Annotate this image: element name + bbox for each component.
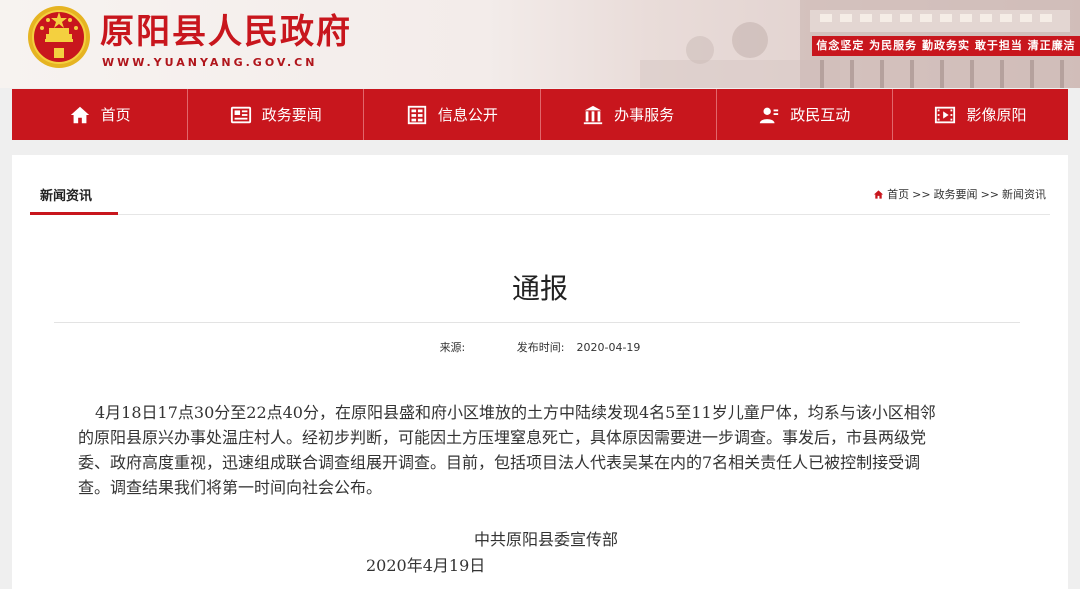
breadcrumb: 首页 >> 政务要闻 >> 新闻资讯	[873, 186, 1046, 202]
nav-item-home[interactable]: 首页	[12, 89, 189, 140]
nav-item-label: 首页	[100, 106, 131, 124]
news-icon	[230, 106, 251, 123]
building-icon	[583, 105, 603, 124]
site-header: 原阳县人民政府 WWW.YUANYANG.GOV.CN 信念坚定 为民服务 勤政…	[0, 0, 1080, 88]
film-icon	[935, 106, 956, 123]
nav-item-service[interactable]: 办事服务	[541, 89, 717, 140]
breadcrumb-separator: >>	[912, 187, 931, 201]
source-label: 来源:	[439, 341, 466, 354]
main-nav: 首页 政务要闻 信息公开 办事服务 政民互动 影像原阳	[12, 89, 1068, 140]
nav-item-news[interactable]: 政务要闻	[188, 89, 365, 140]
home-icon	[70, 106, 89, 123]
breadcrumb-separator: >>	[980, 187, 999, 201]
nav-item-video[interactable]: 影像原阳	[893, 89, 1068, 140]
signature-org: 中共原阳县委宣传部	[474, 530, 619, 549]
site-url: WWW.YUANYANG.GOV.CN	[102, 56, 318, 69]
title-divider	[54, 322, 1020, 323]
section-tab-underline	[30, 212, 118, 215]
breadcrumb-news[interactable]: 政务要闻	[934, 186, 978, 202]
nav-item-label: 信息公开	[437, 106, 498, 124]
nav-item-info[interactable]: 信息公开	[364, 89, 541, 140]
nav-item-label: 政民互动	[790, 106, 851, 124]
breadcrumb-home[interactable]: 首页	[887, 186, 909, 202]
nav-item-interaction[interactable]: 政民互动	[717, 89, 893, 140]
section-divider	[30, 214, 1050, 215]
date-value: 2020-04-19	[576, 341, 641, 354]
national-emblem-icon[interactable]	[26, 4, 92, 70]
info-icon	[407, 105, 427, 124]
building-slogan: 信念坚定 为民服务 勤政务实 敢于担当 清正廉洁	[816, 39, 1076, 52]
site-title[interactable]: 原阳县人民政府	[100, 10, 352, 54]
nav-item-label: 政务要闻	[261, 106, 322, 124]
date-label: 发布时间:	[516, 341, 565, 354]
nav-item-label: 办事服务	[614, 106, 675, 124]
article-title: 通报	[511, 272, 568, 305]
section-tab[interactable]: 新闻资讯	[40, 185, 92, 204]
breadcrumb-current[interactable]: 新闻资讯	[1002, 186, 1046, 202]
article-meta: 来源: 发布时间: 2020-04-19	[12, 339, 1068, 355]
article-container: 新闻资讯 首页 >> 政务要闻 >> 新闻资讯 通报 来源: 发布时间: 2020…	[12, 155, 1068, 589]
signature-date: 2020年4月19日	[366, 556, 486, 575]
home-icon	[874, 189, 884, 199]
article-body: 4月18日17点30分至22点40分，在原阳县盛和府小区堆放的土方中陆续发现4名…	[78, 403, 936, 497]
nav-item-label: 影像原阳	[966, 106, 1027, 124]
user-icon	[760, 107, 779, 123]
